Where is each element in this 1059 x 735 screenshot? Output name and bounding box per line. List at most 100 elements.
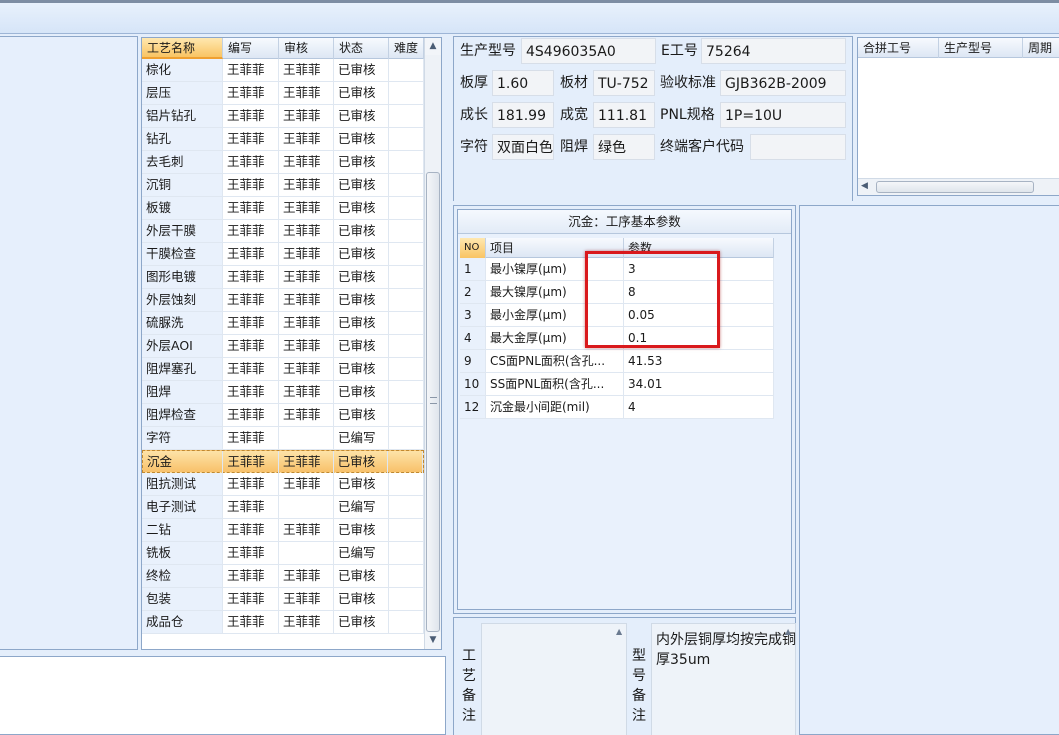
process-name-cell: 沉金 <box>143 451 224 473</box>
order-info-panel: 生产型号 4S496035A0 E工号 75264 板厚 1.60 板材 TU-… <box>453 36 853 201</box>
col-combine-no[interactable]: 合拼工号 <box>858 38 939 59</box>
process-list-scrollbar[interactable]: ▲ ▼ <box>424 38 441 649</box>
difficulty-cell <box>389 335 424 357</box>
param-value-cell: 34.01 <box>624 373 774 395</box>
table-row[interactable]: 二钻 王菲菲 王菲菲 已审核 <box>142 519 424 542</box>
table-row[interactable]: 阻焊 王菲菲 王菲菲 已审核 <box>142 381 424 404</box>
material-field[interactable]: TU-752 <box>593 70 655 96</box>
col-no[interactable]: NO <box>460 238 486 258</box>
scroll-thumb[interactable] <box>426 172 440 632</box>
writer-cell: 王菲菲 <box>223 174 279 196</box>
table-row[interactable]: 钻孔 王菲菲 王菲菲 已审核 <box>142 128 424 151</box>
process-remark-scrollbar[interactable]: ▲ <box>614 624 626 735</box>
e-no-field[interactable]: 75264 <box>701 38 846 64</box>
e-no-label: E工号 <box>661 43 698 59</box>
reviewer-cell: 王菲菲 <box>279 404 334 426</box>
length-field[interactable]: 181.99 <box>492 102 554 128</box>
table-row[interactable]: 板镀 王菲菲 王菲菲 已审核 <box>142 197 424 220</box>
table-row[interactable]: 9 CS面PNL面积(含孔... 41.53 <box>460 350 774 373</box>
scroll-left-icon[interactable]: ◀ <box>861 181 868 191</box>
model-remark-textarea[interactable]: 内外层铜厚均按完成铜厚35um ▲ <box>651 623 796 735</box>
table-row[interactable]: 外层干膜 王菲菲 王菲菲 已审核 <box>142 220 424 243</box>
table-row[interactable]: 干膜检查 王菲菲 王菲菲 已审核 <box>142 243 424 266</box>
left-tree-pane[interactable] <box>0 36 138 650</box>
table-row[interactable]: 12 沉金最小间距(mil) 4 <box>460 396 774 419</box>
silkscreen-field[interactable]: 双面白色 <box>492 134 554 160</box>
process-name-cell: 包装 <box>142 588 223 610</box>
table-row[interactable]: 包装 王菲菲 王菲菲 已审核 <box>142 588 424 611</box>
production-model-field[interactable]: 4S496035A0 <box>521 38 656 64</box>
table-row[interactable]: 阻焊塞孔 王菲菲 王菲菲 已审核 <box>142 358 424 381</box>
process-remark-textarea[interactable]: ▲ <box>481 623 627 735</box>
status-cell: 已审核 <box>334 565 389 587</box>
reviewer-cell: 王菲菲 <box>279 59 334 81</box>
width-field[interactable]: 111.81 <box>593 102 655 128</box>
difficulty-cell <box>388 451 423 473</box>
scroll-up-icon[interactable]: ▲ <box>785 627 791 636</box>
writer-cell: 王菲菲 <box>223 358 279 380</box>
scroll-up-icon[interactable]: ▲ <box>425 38 441 55</box>
process-name-cell: 外层蚀刻 <box>142 289 223 311</box>
difficulty-cell <box>389 542 424 564</box>
col-combine-model[interactable]: 生产型号 <box>939 38 1023 59</box>
end-customer-label: 终端客户代码 <box>660 139 744 155</box>
table-row[interactable]: 去毛刺 王菲菲 王菲菲 已审核 <box>142 151 424 174</box>
table-row[interactable]: 阻抗测试 王菲菲 王菲菲 已审核 <box>142 473 424 496</box>
table-row[interactable]: 字符 王菲菲 已编写 <box>142 427 424 450</box>
combine-grid-hscrollbar[interactable]: ◀ <box>858 178 1059 195</box>
process-list-header: 工艺名称 编写 审核 状态 难度 <box>142 38 424 59</box>
col-reviewer[interactable]: 审核 <box>279 38 334 59</box>
process-name-cell: 电子测试 <box>142 496 223 518</box>
table-row[interactable]: 层压 王菲菲 王菲菲 已审核 <box>142 82 424 105</box>
table-row[interactable]: 图形电镀 王菲菲 王菲菲 已审核 <box>142 266 424 289</box>
status-cell: 已审核 <box>334 473 389 495</box>
col-process-name[interactable]: 工艺名称 <box>142 38 223 59</box>
table-row[interactable]: 棕化 王菲菲 王菲菲 已审核 <box>142 59 424 82</box>
difficulty-cell <box>389 312 424 334</box>
table-row[interactable]: 成品仓 王菲菲 王菲菲 已审核 <box>142 611 424 634</box>
hscroll-thumb[interactable] <box>876 181 1034 193</box>
reviewer-cell: 王菲菲 <box>279 611 334 633</box>
table-row[interactable]: 10 SS面PNL面积(含孔... 34.01 <box>460 373 774 396</box>
remarks-panel: 工艺备注 ▲ 型号备注 内外层铜厚均按完成铜厚35um ▲ <box>453 617 796 735</box>
table-row[interactable]: 沉铜 王菲菲 王菲菲 已审核 <box>142 174 424 197</box>
production-model-label: 生产型号 <box>460 43 516 59</box>
writer-cell: 王菲菲 <box>223 565 279 587</box>
writer-cell: 王菲菲 <box>223 427 279 449</box>
table-row[interactable]: 终检 王菲菲 王菲菲 已审核 <box>142 565 424 588</box>
process-name-cell: 外层AOI <box>142 335 223 357</box>
scroll-up-icon[interactable]: ▲ <box>616 627 622 636</box>
table-row[interactable]: 铣板 王菲菲 已编写 <box>142 542 424 565</box>
process-name-cell: 阻焊塞孔 <box>142 358 223 380</box>
col-difficulty[interactable]: 难度 <box>389 38 424 59</box>
col-combine-period[interactable]: 周期 <box>1023 38 1059 59</box>
table-row[interactable]: 沉金 王菲菲 王菲菲 已审核 <box>142 450 424 473</box>
reviewer-cell: 王菲菲 <box>279 197 334 219</box>
table-row[interactable]: 铝片钻孔 王菲菲 王菲菲 已审核 <box>142 105 424 128</box>
pnl-field[interactable]: 1P=10U <box>720 102 846 128</box>
process-name-cell: 阻焊 <box>142 381 223 403</box>
writer-cell: 王菲菲 <box>223 312 279 334</box>
col-status[interactable]: 状态 <box>334 38 389 59</box>
thickness-field[interactable]: 1.60 <box>492 70 554 96</box>
table-row[interactable]: 外层蚀刻 王菲菲 王菲菲 已审核 <box>142 289 424 312</box>
col-writer[interactable]: 编写 <box>223 38 279 59</box>
table-row[interactable]: 硫脲洗 王菲菲 王菲菲 已审核 <box>142 312 424 335</box>
table-row[interactable]: 外层AOI 王菲菲 王菲菲 已审核 <box>142 335 424 358</box>
table-row[interactable]: 电子测试 王菲菲 已编写 <box>142 496 424 519</box>
writer-cell: 王菲菲 <box>223 289 279 311</box>
difficulty-cell <box>389 358 424 380</box>
writer-cell: 王菲菲 <box>223 266 279 288</box>
soldermask-field[interactable]: 绿色 <box>593 134 655 160</box>
scroll-down-icon[interactable]: ▼ <box>425 632 441 649</box>
process-name-cell: 沉铜 <box>142 174 223 196</box>
model-remark-scrollbar[interactable]: ▲ <box>783 624 795 735</box>
process-name-cell: 成品仓 <box>142 611 223 633</box>
difficulty-cell <box>389 128 424 150</box>
table-row[interactable]: 阻焊检查 王菲菲 王菲菲 已审核 <box>142 404 424 427</box>
writer-cell: 王菲菲 <box>223 151 279 173</box>
standard-field[interactable]: GJB362B-2009 <box>720 70 846 96</box>
status-cell: 已编写 <box>334 496 389 518</box>
writer-cell: 王菲菲 <box>223 105 279 127</box>
end-customer-field[interactable] <box>750 134 846 160</box>
